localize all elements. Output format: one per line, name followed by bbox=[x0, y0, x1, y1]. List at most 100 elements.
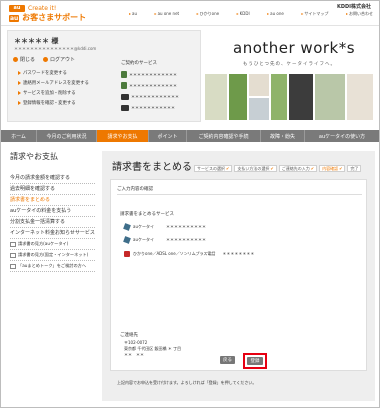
account-email: ＊＊＊＊＊＊＊＊＊＊＊＊＊＊＊@kddi.com bbox=[14, 46, 97, 51]
nav-usage[interactable]: 今月のご利用状況 bbox=[37, 130, 97, 142]
account-links: 閉じる ログアウト bbox=[13, 56, 75, 63]
top-link-sitemap[interactable]: サイトマップ bbox=[301, 11, 328, 17]
header-divider bbox=[1, 25, 379, 26]
sidebar-item-bill-guide-mobile[interactable]: 請求書の見方(auケータイ) bbox=[10, 239, 95, 250]
check-icon: ✔ bbox=[270, 166, 274, 171]
contact-address: 〒102-0072 東京都 千代田区 飯田橋 ＊ 丁目 ＊＊ ＊＊ bbox=[124, 340, 181, 358]
mobile-phone-icon bbox=[123, 236, 131, 244]
summary-row: auケータイ ＊＊＊＊＊＊＊＊＊＊ bbox=[123, 223, 334, 231]
sidebar-item-current-bill[interactable]: 今月の請求金額を確認する bbox=[10, 173, 95, 184]
step-select-service: サービスの選択 ✔ bbox=[194, 165, 233, 172]
summary-label: 請求書をまとめるサービス bbox=[120, 212, 174, 217]
top-link-au-one-net[interactable]: au one net bbox=[155, 11, 180, 17]
arrow-right-icon bbox=[18, 101, 21, 105]
phone-icon bbox=[121, 82, 127, 89]
fiber-service-icon bbox=[124, 251, 130, 257]
hikari-tv-icon bbox=[121, 104, 129, 111]
logout-link[interactable]: ログアウト bbox=[43, 56, 75, 63]
au-logo[interactable]: au bbox=[9, 5, 25, 12]
banner-photo bbox=[271, 74, 287, 120]
arrow-right-icon bbox=[18, 91, 21, 95]
address-name: ＊＊ ＊＊ bbox=[124, 352, 144, 357]
site-logo-au: au bbox=[9, 15, 20, 22]
sidebar-item-installment[interactable]: 分割支払金一括清算する bbox=[10, 217, 95, 228]
sidebar-item-combine-bills[interactable]: 請求書をまとめる bbox=[10, 195, 95, 206]
sidebar-title: 請求やお支払 bbox=[10, 152, 58, 161]
banner-photo bbox=[315, 74, 345, 120]
service-row[interactable]: ＊＊＊＊＊＊＊＊＊＊＊ bbox=[121, 103, 197, 112]
service-row[interactable]: ＊＊＊＊＊＊＊＊＊＊＊＊ bbox=[121, 81, 197, 90]
step-confirm: 内容確認 ✔ bbox=[319, 165, 346, 172]
banner-photo bbox=[229, 74, 247, 120]
section-heading: ご入力内容の確認 bbox=[117, 187, 153, 192]
step-contact-input: ご連絡先の入力 ✔ bbox=[278, 165, 318, 172]
registration-info-link[interactable]: 登録情報を確認・変更する bbox=[18, 100, 108, 106]
nav-repair[interactable]: 故障・紛失 bbox=[261, 130, 305, 142]
banner-subtitle: もうひとつ先の、ケータイライフへ。 bbox=[243, 62, 337, 67]
top-link-au[interactable]: au bbox=[129, 11, 137, 17]
confirmation-note: 上記内容でお申込を受け付けます。よろしければ「登録」を押してください。 bbox=[117, 380, 257, 385]
close-icon bbox=[13, 57, 18, 62]
close-link[interactable]: 閉じる bbox=[13, 56, 35, 63]
add-remove-service-link[interactable]: サービスを追加・削除する bbox=[18, 90, 108, 96]
account-name: ＊＊＊＊＊ 様 bbox=[14, 37, 59, 45]
register-button[interactable]: 登録 bbox=[247, 357, 263, 365]
sidebar: 今月の請求金額を確認する 過去明細を確認する 請求書をまとめる auケータイの料… bbox=[10, 173, 95, 272]
account-menu: パスワードを変更する 連絡用メールアドレスを変更する サービスを追加・削除する … bbox=[18, 70, 108, 106]
banner-photo bbox=[347, 74, 373, 120]
top-link-contact[interactable]: お問い合わせ bbox=[346, 11, 373, 17]
page-title: 請求書をまとめる bbox=[112, 162, 192, 173]
top-links: au au one net ひかりone KDDI au one サイトマップ … bbox=[129, 11, 373, 17]
summary-row: auケータイ ＊＊＊＊＊＊＊＊＊＊ bbox=[123, 236, 334, 244]
arrow-right-icon bbox=[18, 81, 21, 85]
section-divider bbox=[117, 194, 362, 195]
back-button[interactable]: 戻る bbox=[220, 356, 235, 364]
top-link-kddi[interactable]: KDDI bbox=[237, 11, 250, 17]
step-payment-method: 支払い方法の選択 ✔ bbox=[234, 165, 277, 172]
sidebar-item-pay-mobile[interactable]: auケータイの料金を支払う bbox=[10, 206, 95, 217]
top-link-au-one[interactable]: au one bbox=[267, 11, 284, 17]
main-nav: ホーム 今月のご利用状況 請求やお支払 ポイント ご契約内容確認や手続 故障・紛… bbox=[1, 130, 379, 142]
change-password-link[interactable]: パスワードを変更する bbox=[18, 70, 108, 76]
banner-photo bbox=[289, 74, 313, 120]
phone-icon bbox=[121, 71, 127, 78]
confirmation-box: ご入力内容の確認 請求書をまとめるサービス auケータイ ＊＊＊＊＊＊＊＊＊＊ … bbox=[110, 179, 367, 371]
services-label: ご契約のサービス bbox=[121, 61, 157, 66]
kddi-logo[interactable]: KDDI株式会社 bbox=[337, 3, 371, 10]
change-email-link[interactable]: 連絡用メールアドレスを変更する bbox=[18, 80, 108, 86]
summary-row: ひかりone／ADSL one／ソンリムプラス電話 ＊＊＊＊＊＊＊＊ bbox=[124, 250, 334, 258]
nav-contract[interactable]: ご契約内容確認や手続 bbox=[187, 130, 261, 142]
main-panel: 請求書をまとめる サービスの選択 ✔ 支払い方法の選択 ✔ ご連絡先の入力 ✔ 内容確… bbox=[102, 151, 375, 401]
promo-banner[interactable]: another work*s もうひとつ先の、ケータイライフへ。 bbox=[204, 30, 374, 122]
logout-icon bbox=[43, 57, 49, 62]
site-logo[interactable]: au お客さまサポート bbox=[9, 13, 86, 23]
contact-label: ご連絡先 bbox=[120, 333, 138, 338]
account-panel: ＊＊＊＊＊ 様 ＊＊＊＊＊＊＊＊＊＊＊＊＊＊＊@kddi.com 閉じる ログア… bbox=[7, 30, 201, 122]
nav-billing[interactable]: 請求やお支払 bbox=[97, 130, 149, 142]
hikari-tv-icon bbox=[121, 93, 129, 100]
banner-photo bbox=[205, 74, 227, 120]
arrow-right-icon bbox=[18, 71, 21, 75]
check-icon: ✔ bbox=[310, 166, 315, 171]
check-icon: ✔ bbox=[339, 166, 343, 171]
sidebar-item-matome-talk[interactable]: 「auまとめトーク」をご検討の方へ bbox=[10, 261, 95, 272]
banner-photo bbox=[249, 74, 269, 96]
service-row[interactable]: ＊＊＊＊＊＊＊＊＊＊＊＊ bbox=[121, 92, 197, 101]
top-link-hikari-one[interactable]: ひかりone bbox=[197, 11, 219, 17]
mobile-phone-icon bbox=[123, 223, 131, 231]
site-header: au Create it! au お客さまサポート KDDI株式会社 au au… bbox=[1, 1, 379, 25]
check-icon: ✔ bbox=[226, 166, 230, 171]
nav-home[interactable]: ホーム bbox=[1, 130, 37, 142]
site-logo-text: お客さまサポート bbox=[22, 13, 87, 22]
sidebar-item-bill-guide-fixed[interactable]: 請求書の見方(固定・インターネット) bbox=[10, 250, 95, 261]
page-frame: au Create it! au お客さまサポート KDDI株式会社 au au… bbox=[0, 0, 380, 408]
sidebar-item-internet-notice[interactable]: インターネット料金お知らせサービス bbox=[10, 228, 95, 239]
nav-points[interactable]: ポイント bbox=[149, 130, 187, 142]
banner-title: another work*s bbox=[233, 39, 356, 57]
service-row[interactable]: ＊＊＊＊＊＊＊＊＊＊＊＊ bbox=[121, 70, 197, 79]
banner-photo bbox=[249, 98, 269, 120]
logo-tagline: Create it! bbox=[28, 5, 57, 12]
nav-howto[interactable]: auケータイの使い方 bbox=[305, 130, 379, 142]
step-complete: 完了 bbox=[347, 165, 362, 172]
sidebar-item-past-statements[interactable]: 過去明細を確認する bbox=[10, 184, 95, 195]
